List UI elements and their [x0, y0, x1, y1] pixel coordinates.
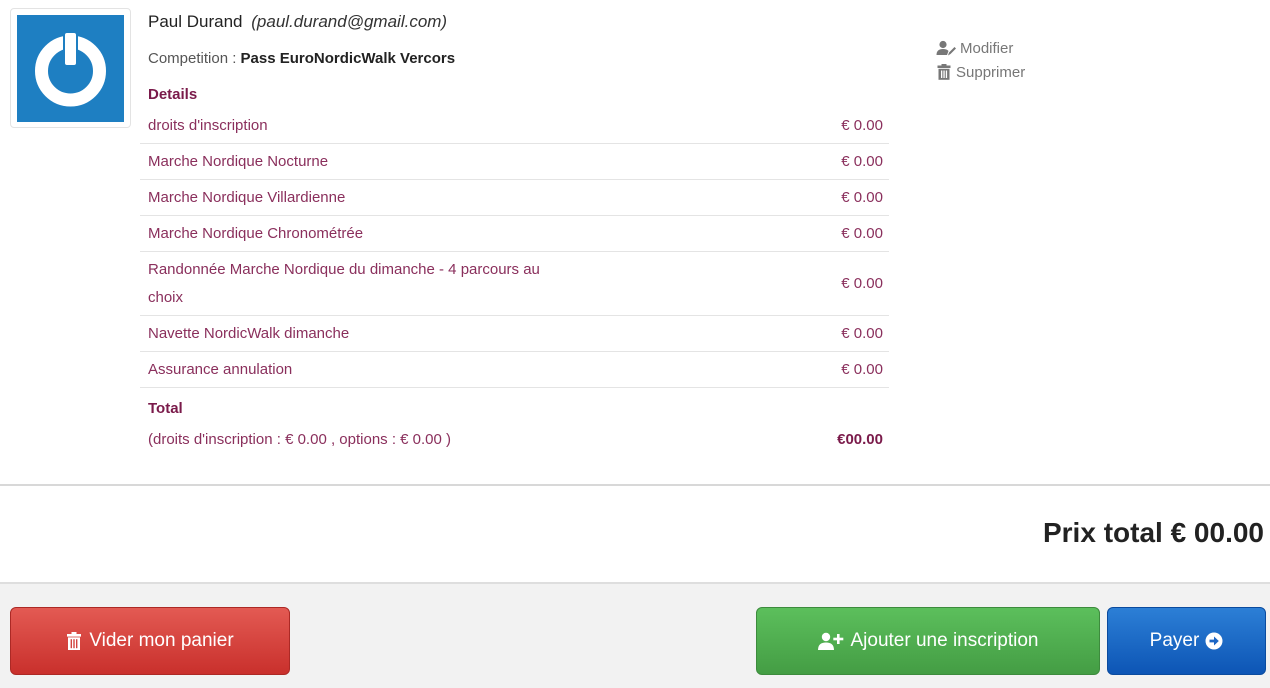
item-price: € 0.00 [841, 361, 883, 378]
list-item: Marche Nordique Villardienne € 0.00 [140, 180, 889, 216]
add-registration-button[interactable]: Ajouter une inscription [756, 607, 1100, 675]
arrow-circle-right-icon [1205, 632, 1223, 650]
list-item: Marche Nordique Chronométrée € 0.00 [140, 216, 889, 252]
competition-line: Competition : Pass EuroNordicWalk Vercor… [148, 50, 455, 67]
total-value: €00.00 [837, 431, 883, 448]
empty-cart-label: Vider mon panier [89, 630, 234, 651]
competition-label: Competition : [148, 50, 241, 67]
avatar [10, 8, 131, 128]
list-item: droits d'inscription € 0.00 [140, 108, 889, 144]
item-price: € 0.00 [841, 153, 883, 170]
registrant-name: Paul Durand [148, 12, 243, 31]
competition-name: Pass EuroNordicWalk Vercors [240, 50, 456, 67]
item-price: € 0.00 [841, 325, 883, 342]
list-item: Marche Nordique Nocturne € 0.00 [140, 144, 889, 180]
pay-button[interactable]: Payer [1107, 607, 1266, 675]
delete-label: Supprimer [956, 63, 1026, 81]
edit-link[interactable]: Modifier [936, 36, 1025, 60]
pay-label: Payer [1149, 630, 1200, 651]
total-title: Total [148, 400, 183, 417]
item-label: Assurance annulation [148, 361, 293, 378]
item-label: Marche Nordique Villardienne [148, 189, 346, 206]
delete-link[interactable]: Supprimer [936, 60, 1025, 84]
power-icon [35, 33, 106, 107]
list-item: Randonnée Marche Nordique du dimanche - … [140, 252, 889, 316]
grand-total: Prix total € 00.00 [1042, 517, 1264, 548]
details-title: Details [148, 86, 198, 103]
item-label: Navette NordicWalk dimanche [148, 325, 350, 342]
edit-label: Modifier [960, 39, 1014, 57]
divider [0, 484, 1270, 486]
total-breakdown: (droits d'inscription : € 0.00 , options… [148, 431, 452, 448]
item-price: € 0.00 [841, 225, 883, 242]
details-list: droits d'inscription € 0.00 Marche Nordi… [140, 108, 889, 388]
item-label: droits d'inscription [148, 117, 268, 134]
avatar-image [17, 15, 124, 122]
empty-cart-button[interactable]: Vider mon panier [10, 607, 290, 675]
add-registration-label: Ajouter une inscription [850, 630, 1039, 651]
item-label: Marche Nordique Chronométrée [148, 225, 364, 242]
registrant-email: (paul.durand@gmail.com) [251, 12, 448, 31]
item-price: € 0.00 [841, 117, 883, 134]
user-plus-icon [817, 632, 843, 650]
trash-icon [937, 64, 951, 80]
item-label: Randonnée Marche Nordique du dimanche - … [148, 260, 540, 306]
list-item: Assurance annulation € 0.00 [140, 352, 889, 388]
registration-actions: Modifier Supprimer [936, 36, 1025, 84]
trash-icon [67, 632, 82, 650]
user-edit-icon [936, 40, 956, 56]
item-price: € 0.00 [841, 189, 883, 206]
item-price: € 0.00 [841, 274, 883, 292]
item-label: Marche Nordique Nocturne [148, 153, 329, 170]
registrant-line: Paul Durand (paul.durand@gmail.com) [148, 12, 447, 32]
list-item: Navette NordicWalk dimanche € 0.00 [140, 316, 889, 352]
